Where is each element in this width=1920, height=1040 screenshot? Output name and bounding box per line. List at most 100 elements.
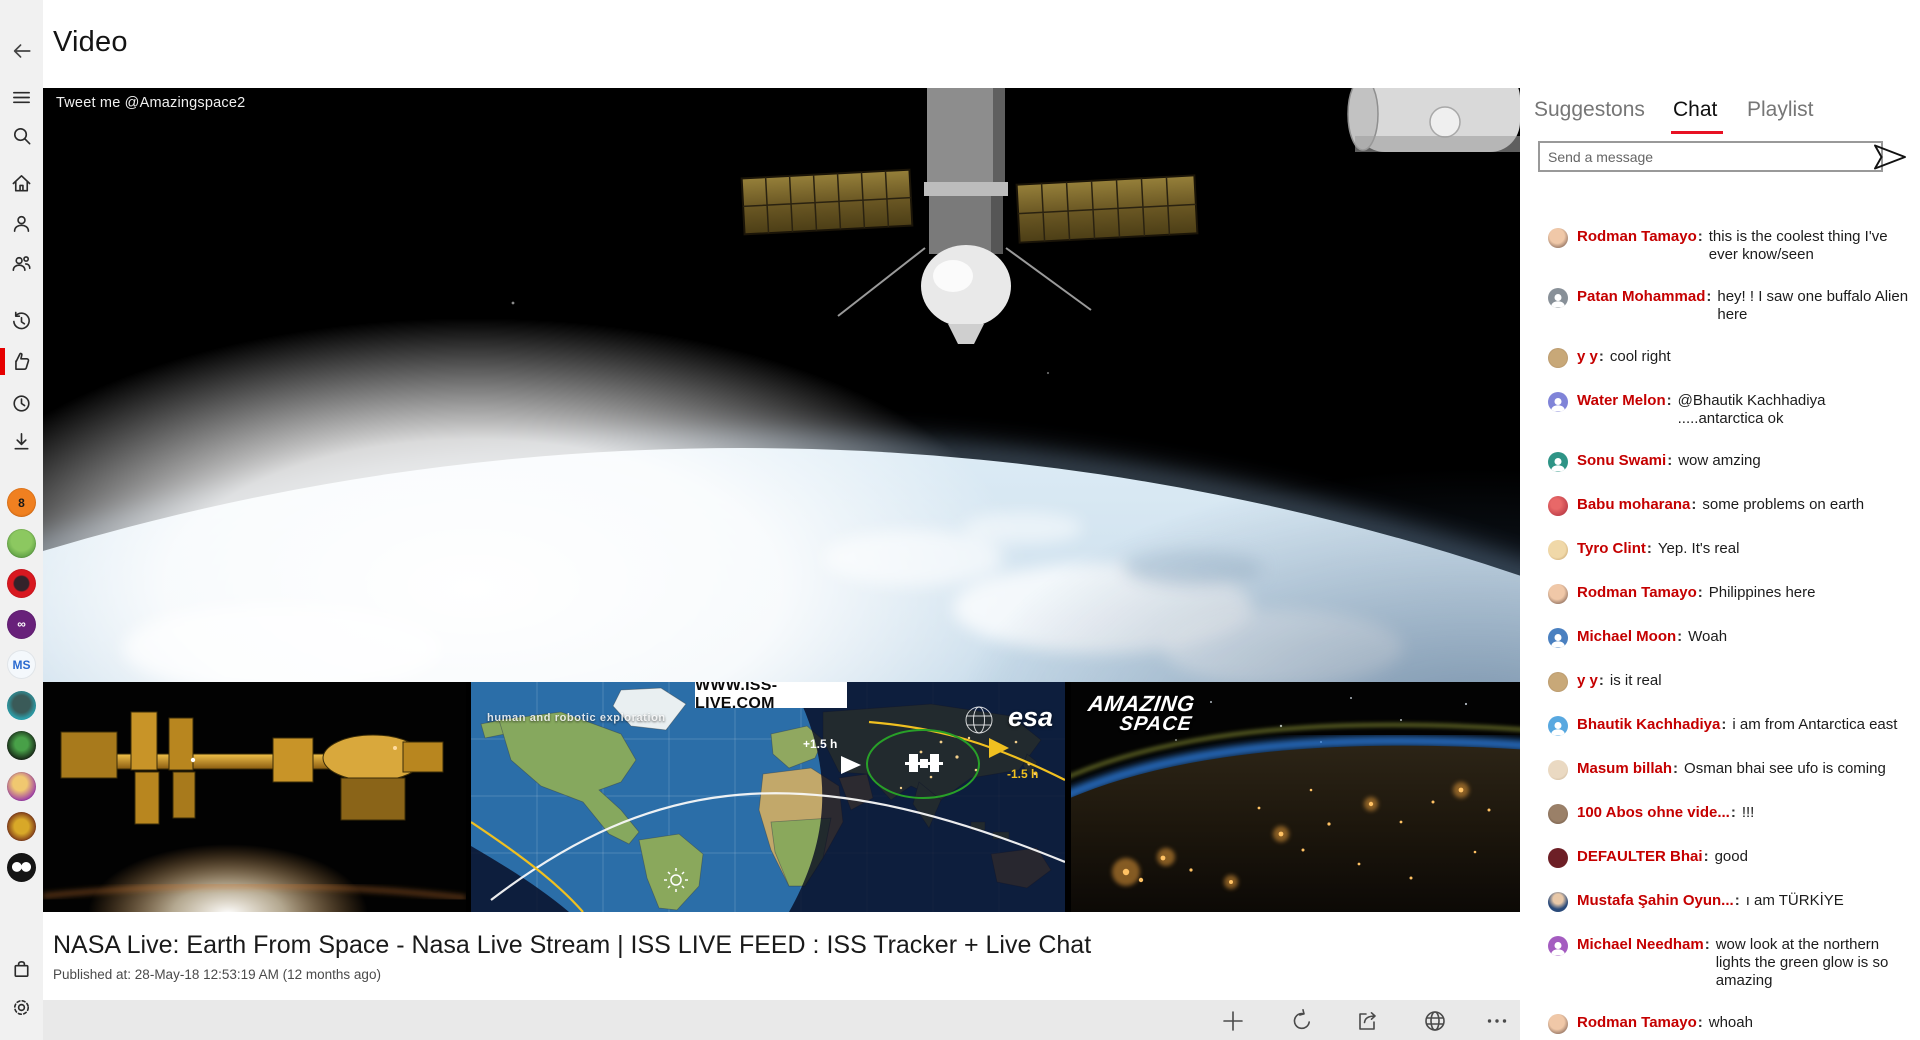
chat-message-text: this is the coolest thing I've ever know… — [1709, 228, 1914, 264]
nav-sidebar: 8 ∞ MS — [0, 0, 43, 1040]
chat-name-colon: : — [1667, 452, 1672, 470]
chat-username[interactable]: Rodman Tamayo — [1577, 584, 1697, 602]
person-silhouette-icon — [1548, 394, 1568, 412]
chat-name-colon: : — [1647, 540, 1652, 558]
tab-chat[interactable]: Chat — [1673, 98, 1717, 122]
chat-username[interactable]: Sonu Swami — [1577, 452, 1666, 470]
chat-username[interactable]: Babu moharana — [1577, 496, 1690, 514]
channel-avatar[interactable] — [7, 731, 36, 760]
channel-avatar[interactable]: MS — [7, 650, 36, 679]
chat-message: Tyro Clint : Yep. It's real — [1548, 540, 1914, 560]
chat-username[interactable]: Rodman Tamayo — [1577, 1014, 1697, 1032]
back-arrow-icon — [9, 40, 34, 62]
people-icon — [10, 252, 33, 275]
chat-name-colon: : — [1735, 892, 1740, 910]
video-published-date: Published at: 28-May-18 12:53:19 AM (12 … — [53, 967, 381, 982]
channel-avatar[interactable] — [7, 853, 36, 882]
add-to-playlist-button[interactable] — [1220, 1008, 1246, 1034]
active-tab-underline — [1671, 131, 1723, 134]
send-message-button[interactable] — [1873, 144, 1907, 170]
chat-name-colon: : — [1731, 804, 1736, 822]
chat-message-text: good — [1715, 848, 1914, 866]
chat-username[interactable]: Patan Mohammad — [1577, 288, 1705, 306]
chat-username[interactable]: Water Melon — [1577, 392, 1666, 410]
open-in-web-button[interactable] — [1422, 1008, 1448, 1034]
chat-message-text: Yep. It's real — [1658, 540, 1914, 558]
chat-username[interactable]: DEFAULTER Bhai — [1577, 848, 1703, 866]
chat-username[interactable]: y y — [1577, 348, 1598, 366]
channel-avatar[interactable] — [7, 569, 36, 598]
search-button[interactable] — [10, 124, 33, 147]
chat-username[interactable]: Bhautik Kachhadiya — [1577, 716, 1720, 734]
channel-avatar[interactable]: ∞ — [7, 610, 36, 639]
chat-message: Babu moharana : some problems on earth — [1548, 496, 1914, 516]
purchases-button[interactable] — [10, 958, 33, 981]
channel-avatar[interactable] — [7, 812, 36, 841]
chat-username[interactable]: y y — [1577, 672, 1598, 690]
more-options-button[interactable] — [1484, 1008, 1510, 1034]
chat-message: Water Melon : @Bhautik Kachhadiya .....a… — [1548, 392, 1914, 428]
home-icon — [10, 172, 33, 195]
tab-playlist[interactable]: Playlist — [1747, 98, 1814, 122]
chat-name-colon: : — [1704, 848, 1709, 866]
chat-message-input[interactable] — [1538, 141, 1883, 172]
menu-button[interactable] — [10, 86, 33, 109]
video-main-view: Tweet me @Amazingspace2 — [43, 88, 1520, 682]
chat-username[interactable]: Rodman Tamayo — [1577, 228, 1697, 246]
chat-message-text: @Bhautik Kachhadiya .....antarctica ok — [1678, 392, 1914, 428]
person-silhouette-icon — [1548, 718, 1568, 736]
chat-username[interactable]: 100 Abos ohne vide... — [1577, 804, 1730, 822]
watch-later-button[interactable] — [10, 392, 33, 415]
channel-avatar[interactable] — [7, 772, 36, 801]
map-corner-label: human and robotic exploration — [487, 712, 666, 724]
chat-user-avatar — [1548, 348, 1568, 368]
account-button[interactable] — [10, 212, 33, 235]
back-button[interactable] — [9, 40, 34, 62]
person-icon — [10, 212, 33, 235]
channel-avatar[interactable] — [7, 529, 36, 558]
chat-message: Bhautik Kachhadiya : i am from Antarctic… — [1548, 716, 1914, 736]
chat-user-avatar — [1548, 392, 1568, 412]
chat-username[interactable]: Tyro Clint — [1577, 540, 1646, 558]
clock-icon — [10, 392, 33, 415]
video-substream-spacecraft — [43, 682, 466, 912]
history-button[interactable] — [10, 310, 33, 333]
home-button[interactable] — [10, 172, 33, 195]
thumbs-up-icon — [10, 350, 33, 373]
chat-message: Michael Moon : Woah — [1548, 628, 1914, 648]
downloads-button[interactable] — [10, 430, 33, 453]
amazing-space-logo-line2: SPACE — [1118, 714, 1193, 734]
history-icon — [10, 310, 33, 333]
tab-suggestions[interactable]: Suggestons — [1534, 98, 1645, 122]
video-substream-night-earth: AMAZING SPACE — [1071, 682, 1520, 912]
chat-user-avatar — [1548, 228, 1568, 248]
chat-message: Patan Mohammad : hey! ! I saw one buffal… — [1548, 288, 1914, 324]
chat-name-colon: : — [1721, 716, 1726, 734]
channel-avatar[interactable]: 8 — [7, 488, 36, 517]
channel-avatar[interactable] — [7, 691, 36, 720]
likes-button[interactable] — [10, 350, 33, 373]
chat-name-colon: : — [1691, 496, 1696, 514]
refresh-button[interactable] — [1289, 1008, 1315, 1034]
chat-message: Michael Needham : wow look at the northe… — [1548, 936, 1914, 990]
chat-user-avatar — [1548, 848, 1568, 868]
chat-user-avatar — [1548, 288, 1568, 308]
settings-button[interactable] — [10, 996, 33, 1019]
app-window: 8∞MS Video — [0, 0, 1920, 1040]
chat-username[interactable]: Masum billah — [1577, 760, 1672, 778]
chat-message: Sonu Swami : wow amzing — [1548, 452, 1914, 472]
share-button[interactable] — [1355, 1008, 1381, 1034]
chat-user-avatar — [1548, 672, 1568, 692]
chat-user-avatar — [1548, 452, 1568, 472]
chat-username[interactable]: Mustafa Şahin Oyun... — [1577, 892, 1734, 910]
chat-message-text: Philippines here — [1709, 584, 1914, 602]
hamburger-icon — [10, 86, 33, 109]
chat-username[interactable]: Michael Moon — [1577, 628, 1676, 646]
subscriptions-button[interactable] — [10, 252, 33, 275]
gear-icon — [10, 996, 33, 1019]
chat-username[interactable]: Michael Needham — [1577, 936, 1704, 954]
video-player[interactable]: Tweet me @Amazingspace2 — [43, 88, 1520, 912]
chat-message-text: cool right — [1610, 348, 1914, 366]
amazing-space-logo-line1: AMAZING — [1087, 694, 1196, 714]
video-toolbar — [43, 1000, 1520, 1040]
